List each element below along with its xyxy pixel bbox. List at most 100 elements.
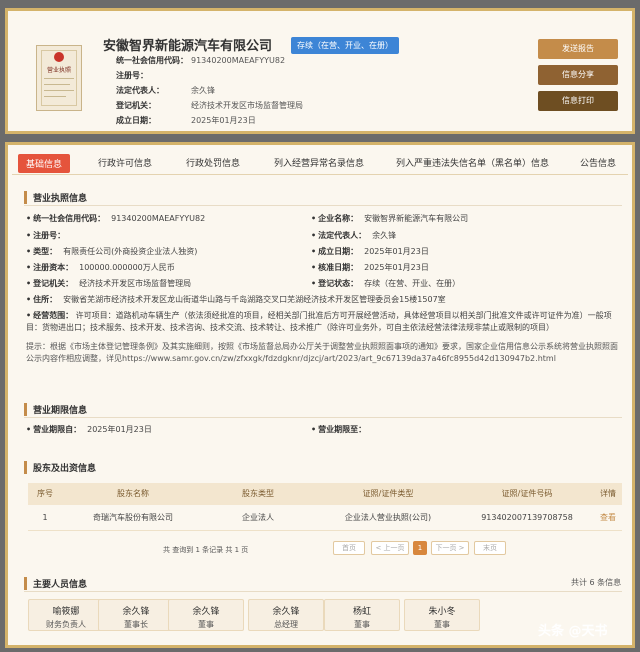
national-emblem-icon: [54, 52, 64, 62]
cell-shareholder-name: 奇瑞汽车股份有限公司: [93, 513, 173, 522]
field-term-to: 营业期限至：: [311, 424, 372, 435]
info-value: 经济技术开发区市场监督管理局: [191, 101, 303, 110]
shareholder-table: 序号 股东名称 股东类型 证照/证件类型 证照/证件号码 详情 1 奇瑞汽车股份…: [28, 483, 622, 531]
field-value: 100000.000000万人民币: [79, 263, 175, 272]
cell-shareholder-type: 企业法人: [242, 513, 274, 522]
field-label: 企业名称：: [311, 214, 358, 223]
license-line: [44, 90, 74, 91]
person-card[interactable]: 杨虹 董事: [324, 599, 400, 631]
info-label: 登记机关：: [116, 101, 156, 110]
field-value: 2025年01月23日: [87, 425, 152, 434]
business-license-thumbnail[interactable]: 营业执照: [36, 45, 82, 111]
field-label: 营业期限至：: [311, 425, 366, 434]
info-value: 余久锋: [191, 86, 215, 95]
field-reg-no: 注册号：: [26, 230, 71, 241]
person-role: 董事: [198, 620, 214, 629]
person-role: 董事: [354, 620, 370, 629]
company-header-card: 营业执照 安徽智界新能源汽车有限公司 存续（在营、开业、在册） 统一社会信用代码…: [5, 8, 635, 134]
tab-admin-penalty[interactable]: 行政处罚信息: [186, 156, 240, 169]
tab-blacklist[interactable]: 列入严重违法失信名单（黑名单）信息: [396, 156, 549, 169]
pager-first-button[interactable]: 首页: [333, 541, 365, 555]
field-label: 统一社会信用代码：: [26, 214, 105, 223]
person-role: 财务负责人: [46, 620, 86, 629]
table-header: 序号 股东名称 股东类型 证照/证件类型 证照/证件号码 详情: [28, 483, 622, 505]
pager-page-1[interactable]: 1: [413, 541, 427, 555]
person-name: 余久锋: [192, 607, 220, 617]
field-credit-code: 统一社会信用代码： 91340200MAEAFYYU82: [26, 213, 205, 224]
info-value: 2025年01月23日: [191, 116, 256, 125]
shareholder-section-title: 股东及出资信息: [24, 461, 96, 474]
tab-bar: 基础信息 行政许可信息 行政处罚信息 列入经营异常名录信息 列入严重违法失信名单…: [12, 151, 628, 175]
field-label: 注册资本：: [26, 263, 73, 272]
info-authority: 登记机关： 经济技术开发区市场监督管理局: [116, 100, 303, 111]
person-role: 董事长: [124, 620, 148, 629]
person-card[interactable]: 喻筱娜 财务负责人: [28, 599, 104, 631]
field-value: 许可项目：道路机动车辆生产（依法须经批准的项目，经相关部门批准后方可开展经营活动…: [26, 311, 612, 332]
field-value: 安徽省芜湖市经济技术开发区龙山街道华山路与千岛湖路交叉口芜湖经济技术开发区管理委…: [63, 295, 446, 304]
info-label: 统一社会信用代码：: [116, 56, 188, 65]
license-line: [44, 84, 70, 85]
field-value: 2025年01月23日: [364, 263, 429, 272]
view-details-link[interactable]: 查看: [594, 505, 622, 531]
table-row: 1 奇瑞汽车股份有限公司 企业法人 企业法人营业执照(公司) 913402007…: [28, 505, 622, 531]
license-section-title: 营业执照信息: [24, 191, 87, 204]
field-label: 成立日期：: [311, 247, 358, 256]
person-name: 杨虹: [352, 607, 371, 617]
person-card[interactable]: 余久锋 总经理: [248, 599, 324, 631]
divider: [24, 591, 622, 592]
field-label: 登记状态：: [311, 279, 358, 288]
info-credit-code: 统一社会信用代码： 91340200MAEAFYYU82: [116, 55, 285, 66]
field-label: 注册号：: [26, 231, 65, 240]
field-label: 核准日期：: [311, 263, 358, 272]
send-report-button[interactable]: 发送报告: [538, 39, 618, 59]
tab-basic-info[interactable]: 基础信息: [18, 154, 71, 173]
business-scope: 经营范围： 许可项目：道路机动车辆生产（依法须经批准的项目，经相关部门批准后方可…: [26, 310, 622, 334]
info-legal-rep: 法定代表人： 余久锋: [116, 85, 215, 96]
field-label: 类型：: [26, 247, 57, 256]
pager-prev-button[interactable]: < 上一页: [371, 541, 409, 555]
cell-index: 1: [42, 513, 48, 522]
person-card[interactable]: 朱小冬 董事: [404, 599, 480, 631]
column-header: 股东名称: [117, 489, 149, 498]
field-label: 营业期限自：: [26, 425, 81, 434]
person-name: 喻筱娜: [52, 607, 80, 617]
person-card[interactable]: 余久锋 董事长: [98, 599, 174, 631]
share-info-button[interactable]: 信息分享: [538, 65, 618, 85]
field-type: 类型： 有限责任公司(外商投资企业法人独资): [26, 246, 197, 257]
field-label: 登记机关：: [26, 279, 73, 288]
field-label: 住所：: [26, 295, 57, 304]
info-label: 法定代表人：: [116, 86, 164, 95]
column-header: 详情: [600, 489, 616, 498]
field-value: 经济技术开发区市场监督管理局: [79, 279, 192, 288]
tab-announcements[interactable]: 公告信息: [580, 156, 616, 169]
divider: [24, 205, 622, 206]
field-address: 住所： 安徽省芜湖市经济技术开发区龙山街道华山路与千岛湖路交叉口芜湖经济技术开发区…: [26, 294, 446, 305]
watermark: 头条 @天书: [538, 624, 608, 639]
pager-next-button[interactable]: 下一页 >: [431, 541, 469, 555]
status-badge: 存续（在营、开业、在册）: [291, 37, 399, 54]
person-card[interactable]: 余久锋 董事: [168, 599, 244, 631]
print-info-button[interactable]: 信息打印: [538, 91, 618, 111]
field-legal-rep: 法定代表人： 余久锋: [311, 230, 396, 241]
field-authority: 登记机关： 经济技术开发区市场监督管理局: [26, 278, 191, 289]
tab-abnormal-list[interactable]: 列入经营异常名录信息: [274, 156, 364, 169]
field-approval-date: 核准日期： 2025年01月23日: [311, 262, 429, 273]
field-reg-status: 登记状态： 存续（在营、开业、在册）: [311, 278, 460, 289]
person-role: 总经理: [274, 620, 298, 629]
field-term-from: 营业期限自： 2025年01月23日: [26, 424, 152, 435]
column-header: 证照/证件类型: [362, 489, 414, 498]
license-line: [44, 78, 74, 79]
license-line: [44, 96, 66, 97]
person-name: 余久锋: [272, 607, 300, 617]
field-value: 存续（在营、开业、在册）: [364, 279, 461, 288]
pager-last-button[interactable]: 末页: [474, 541, 506, 555]
tab-admin-license[interactable]: 行政许可信息: [98, 156, 152, 169]
person-role: 董事: [434, 620, 450, 629]
person-name: 朱小冬: [428, 607, 456, 617]
column-header: 股东类型: [242, 489, 274, 498]
people-total-count: 共计 6 条信息: [571, 578, 622, 587]
info-reg-no: 注册号：: [116, 70, 191, 81]
term-section-title: 营业期限信息: [24, 403, 87, 416]
field-value: 91340200MAEAFYYU82: [111, 214, 206, 223]
info-value: 91340200MAEAFYYU82: [191, 56, 286, 65]
